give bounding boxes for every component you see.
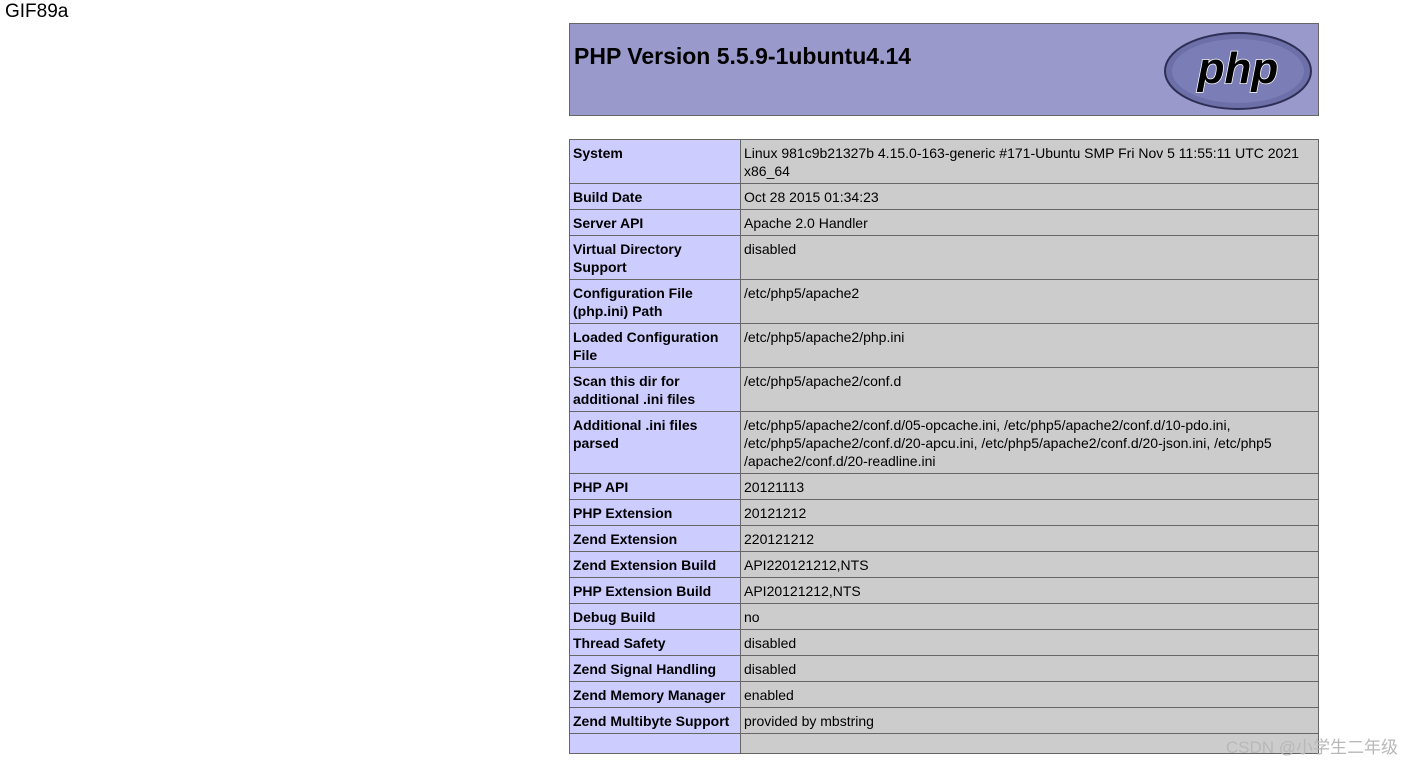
row-value: API20121212,NTS — [740, 577, 1319, 604]
table-row: Configuration File (php.ini) Path/etc/ph… — [569, 279, 1319, 324]
row-label: Zend Memory Manager — [569, 681, 741, 708]
table-row: Zend Memory Manager enabled — [569, 681, 1319, 708]
row-value: 220121212 — [740, 525, 1319, 552]
row-label: PHP Extension Build — [569, 577, 741, 604]
table-row: PHP API 20121113 — [569, 473, 1319, 500]
table-row: Server API Apache 2.0 Handler — [569, 209, 1319, 236]
row-label: Configuration File (php.ini) Path — [569, 279, 741, 324]
row-value: enabled — [740, 681, 1319, 708]
row-value: 20121212 — [740, 499, 1319, 526]
row-label: System — [569, 139, 741, 184]
watermark-text: CSDN @小学生二年级 — [1225, 738, 1398, 757]
row-label — [569, 733, 741, 754]
phpinfo-header: PHP Version 5.5.9-1ubuntu4.14 php — [569, 23, 1319, 116]
row-value: disabled — [740, 629, 1319, 656]
table-row: Virtual Directory Support disabled — [569, 235, 1319, 280]
row-value: API220121212,NTS — [740, 551, 1319, 578]
row-value: /etc/php5/apache2/conf.d — [740, 367, 1319, 412]
page-title: PHP Version 5.5.9-1ubuntu4.14 — [574, 43, 912, 69]
row-label: Server API — [569, 209, 741, 236]
row-label: Zend Extension — [569, 525, 741, 552]
row-value: 20121113 — [740, 473, 1319, 500]
table-row: Debug Build no — [569, 603, 1319, 630]
table-row: Thread Safety disabled — [569, 629, 1319, 656]
row-label: Zend Extension Build — [569, 551, 741, 578]
row-label: Scan this dir for additional .ini files — [569, 367, 741, 412]
table-row: Zend Extension 220121212 — [569, 525, 1319, 552]
row-value: /etc/php5/apache2/php.ini — [740, 323, 1319, 368]
table-row: System Linux 981c9b21327b 4.15.0-163-gene… — [569, 139, 1319, 184]
table-row: Build Date Oct 28 2015 01:34:23 — [569, 183, 1319, 210]
table-row: Additional .ini files parsed/etc/php5/ap… — [569, 411, 1319, 474]
table-row: Zend Multibyte Support provided by mbstri… — [569, 707, 1319, 734]
php-logo-text: php — [1197, 44, 1279, 93]
row-value: no — [740, 603, 1319, 630]
row-value: Apache 2.0 Handler — [740, 209, 1319, 236]
row-label: Zend Signal Handling — [569, 655, 741, 682]
row-label: Virtual Directory Support — [569, 235, 741, 280]
table-row: Zend Signal Handling disabled — [569, 655, 1319, 682]
php-logo-icon[interactable]: php — [1163, 31, 1313, 111]
table-row: PHP Extension Build API20121212,NTS — [569, 577, 1319, 604]
gif-header-text: GIF89a — [5, 1, 69, 22]
row-value: disabled — [740, 235, 1319, 280]
row-value: Oct 28 2015 01:34:23 — [740, 183, 1319, 210]
table-row: PHP Extension 20121212 — [569, 499, 1319, 526]
table-row: Loaded Configuration File/etc/php5/apach… — [569, 323, 1319, 368]
row-label: Zend Multibyte Support — [569, 707, 741, 734]
row-value: Linux 981c9b21327b 4.15.0-163-generic #1… — [740, 139, 1319, 184]
row-value: /etc/php5/apache2/conf.d/05-opcache.ini,… — [740, 411, 1319, 474]
phpinfo-table: System Linux 981c9b21327b 4.15.0-163-gene… — [569, 139, 1319, 754]
row-label: PHP API — [569, 473, 741, 500]
row-label: Build Date — [569, 183, 741, 210]
row-label: Loaded Configuration File — [569, 323, 741, 368]
row-label: Debug Build — [569, 603, 741, 630]
row-label: Additional .ini files parsed — [569, 411, 741, 474]
phpinfo-container: PHP Version 5.5.9-1ubuntu4.14 php System… — [569, 23, 1319, 754]
row-value: /etc/php5/apache2 — [740, 279, 1319, 324]
row-value: disabled — [740, 655, 1319, 682]
row-label: PHP Extension — [569, 499, 741, 526]
row-label: Thread Safety — [569, 629, 741, 656]
table-row: Zend Extension Build API220121212,NTS — [569, 551, 1319, 578]
row-value: provided by mbstring — [740, 707, 1319, 734]
table-row: Scan this dir for additional .ini files /… — [569, 367, 1319, 412]
table-row — [569, 733, 1319, 754]
